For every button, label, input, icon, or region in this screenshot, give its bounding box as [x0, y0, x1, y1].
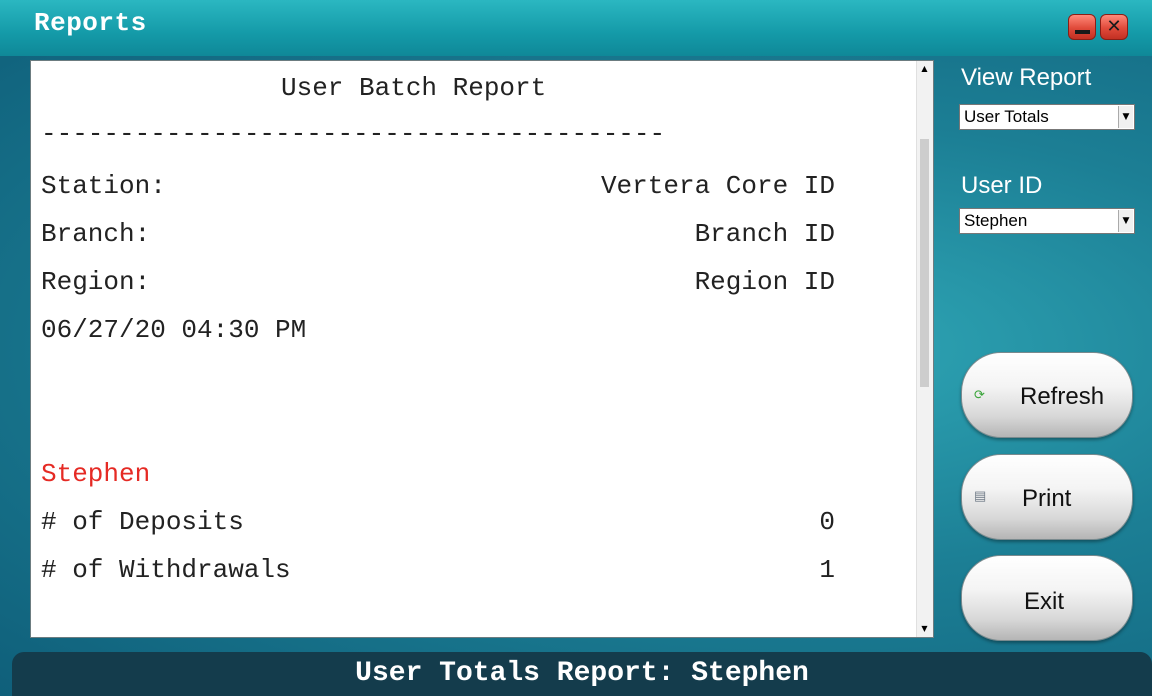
status-bar: User Totals Report: Stephen [12, 652, 1152, 696]
close-button[interactable]: ✕ [1100, 14, 1128, 40]
close-icon: ✕ [1106, 16, 1122, 37]
refresh-label: Refresh [1020, 383, 1105, 410]
print-label: Print [1022, 485, 1072, 512]
refresh-button[interactable]: ⟳ Refresh [961, 352, 1133, 438]
view-report-value: User Totals [964, 107, 1049, 126]
printer-icon: ▤ [974, 488, 987, 503]
user-id-label: User ID [961, 172, 1043, 199]
report-user-name: Stephen [41, 459, 151, 489]
minimize-icon [1075, 30, 1090, 34]
view-report-select[interactable]: User Totals ▼ [959, 104, 1135, 130]
withdrawals-label: # of Withdrawals [41, 555, 291, 585]
scroll-up-arrow-icon[interactable]: ▲ [919, 63, 930, 75]
region-value: Region ID [694, 267, 835, 297]
branch-value: Branch ID [694, 219, 835, 249]
print-button[interactable]: ▤ Print [961, 454, 1133, 540]
withdrawals-value: 1 [819, 555, 835, 585]
user-id-value: Stephen [964, 211, 1028, 230]
report-heading: User Batch Report [281, 73, 547, 103]
station-value: Vertera Core ID [600, 171, 835, 201]
chevron-down-icon[interactable]: ▼ [1118, 210, 1133, 232]
report-scrollbar[interactable]: ▲ ▼ [916, 61, 933, 637]
reports-window: Reports ✕ User Batch Report ------------… [0, 0, 1152, 696]
scroll-down-arrow-icon[interactable]: ▼ [919, 623, 930, 635]
report-viewer[interactable]: User Batch Report ----------------------… [30, 60, 934, 638]
deposits-label: # of Deposits [41, 507, 244, 537]
region-label: Region: [41, 267, 151, 297]
user-id-select[interactable]: Stephen ▼ [959, 208, 1135, 234]
minimize-button[interactable] [1068, 14, 1096, 40]
exit-button[interactable]: Exit [961, 555, 1133, 641]
title-bar: Reports ✕ [0, 0, 1152, 56]
chevron-down-icon[interactable]: ▼ [1118, 106, 1133, 128]
refresh-icon: ⟳ [974, 387, 985, 402]
window-title: Reports [34, 8, 147, 38]
branch-label: Branch: [41, 219, 151, 249]
scroll-thumb[interactable] [920, 139, 929, 387]
status-text: User Totals Report: Stephen [355, 658, 809, 689]
exit-label: Exit [1024, 588, 1065, 615]
station-label: Station: [41, 171, 166, 201]
deposits-value: 0 [819, 507, 835, 537]
view-report-label: View Report [961, 64, 1092, 91]
report-content: User Batch Report ----------------------… [31, 61, 917, 639]
report-divider: ---------------------------------------- [41, 119, 666, 149]
report-datetime: 06/27/20 04:30 PM [41, 315, 307, 345]
